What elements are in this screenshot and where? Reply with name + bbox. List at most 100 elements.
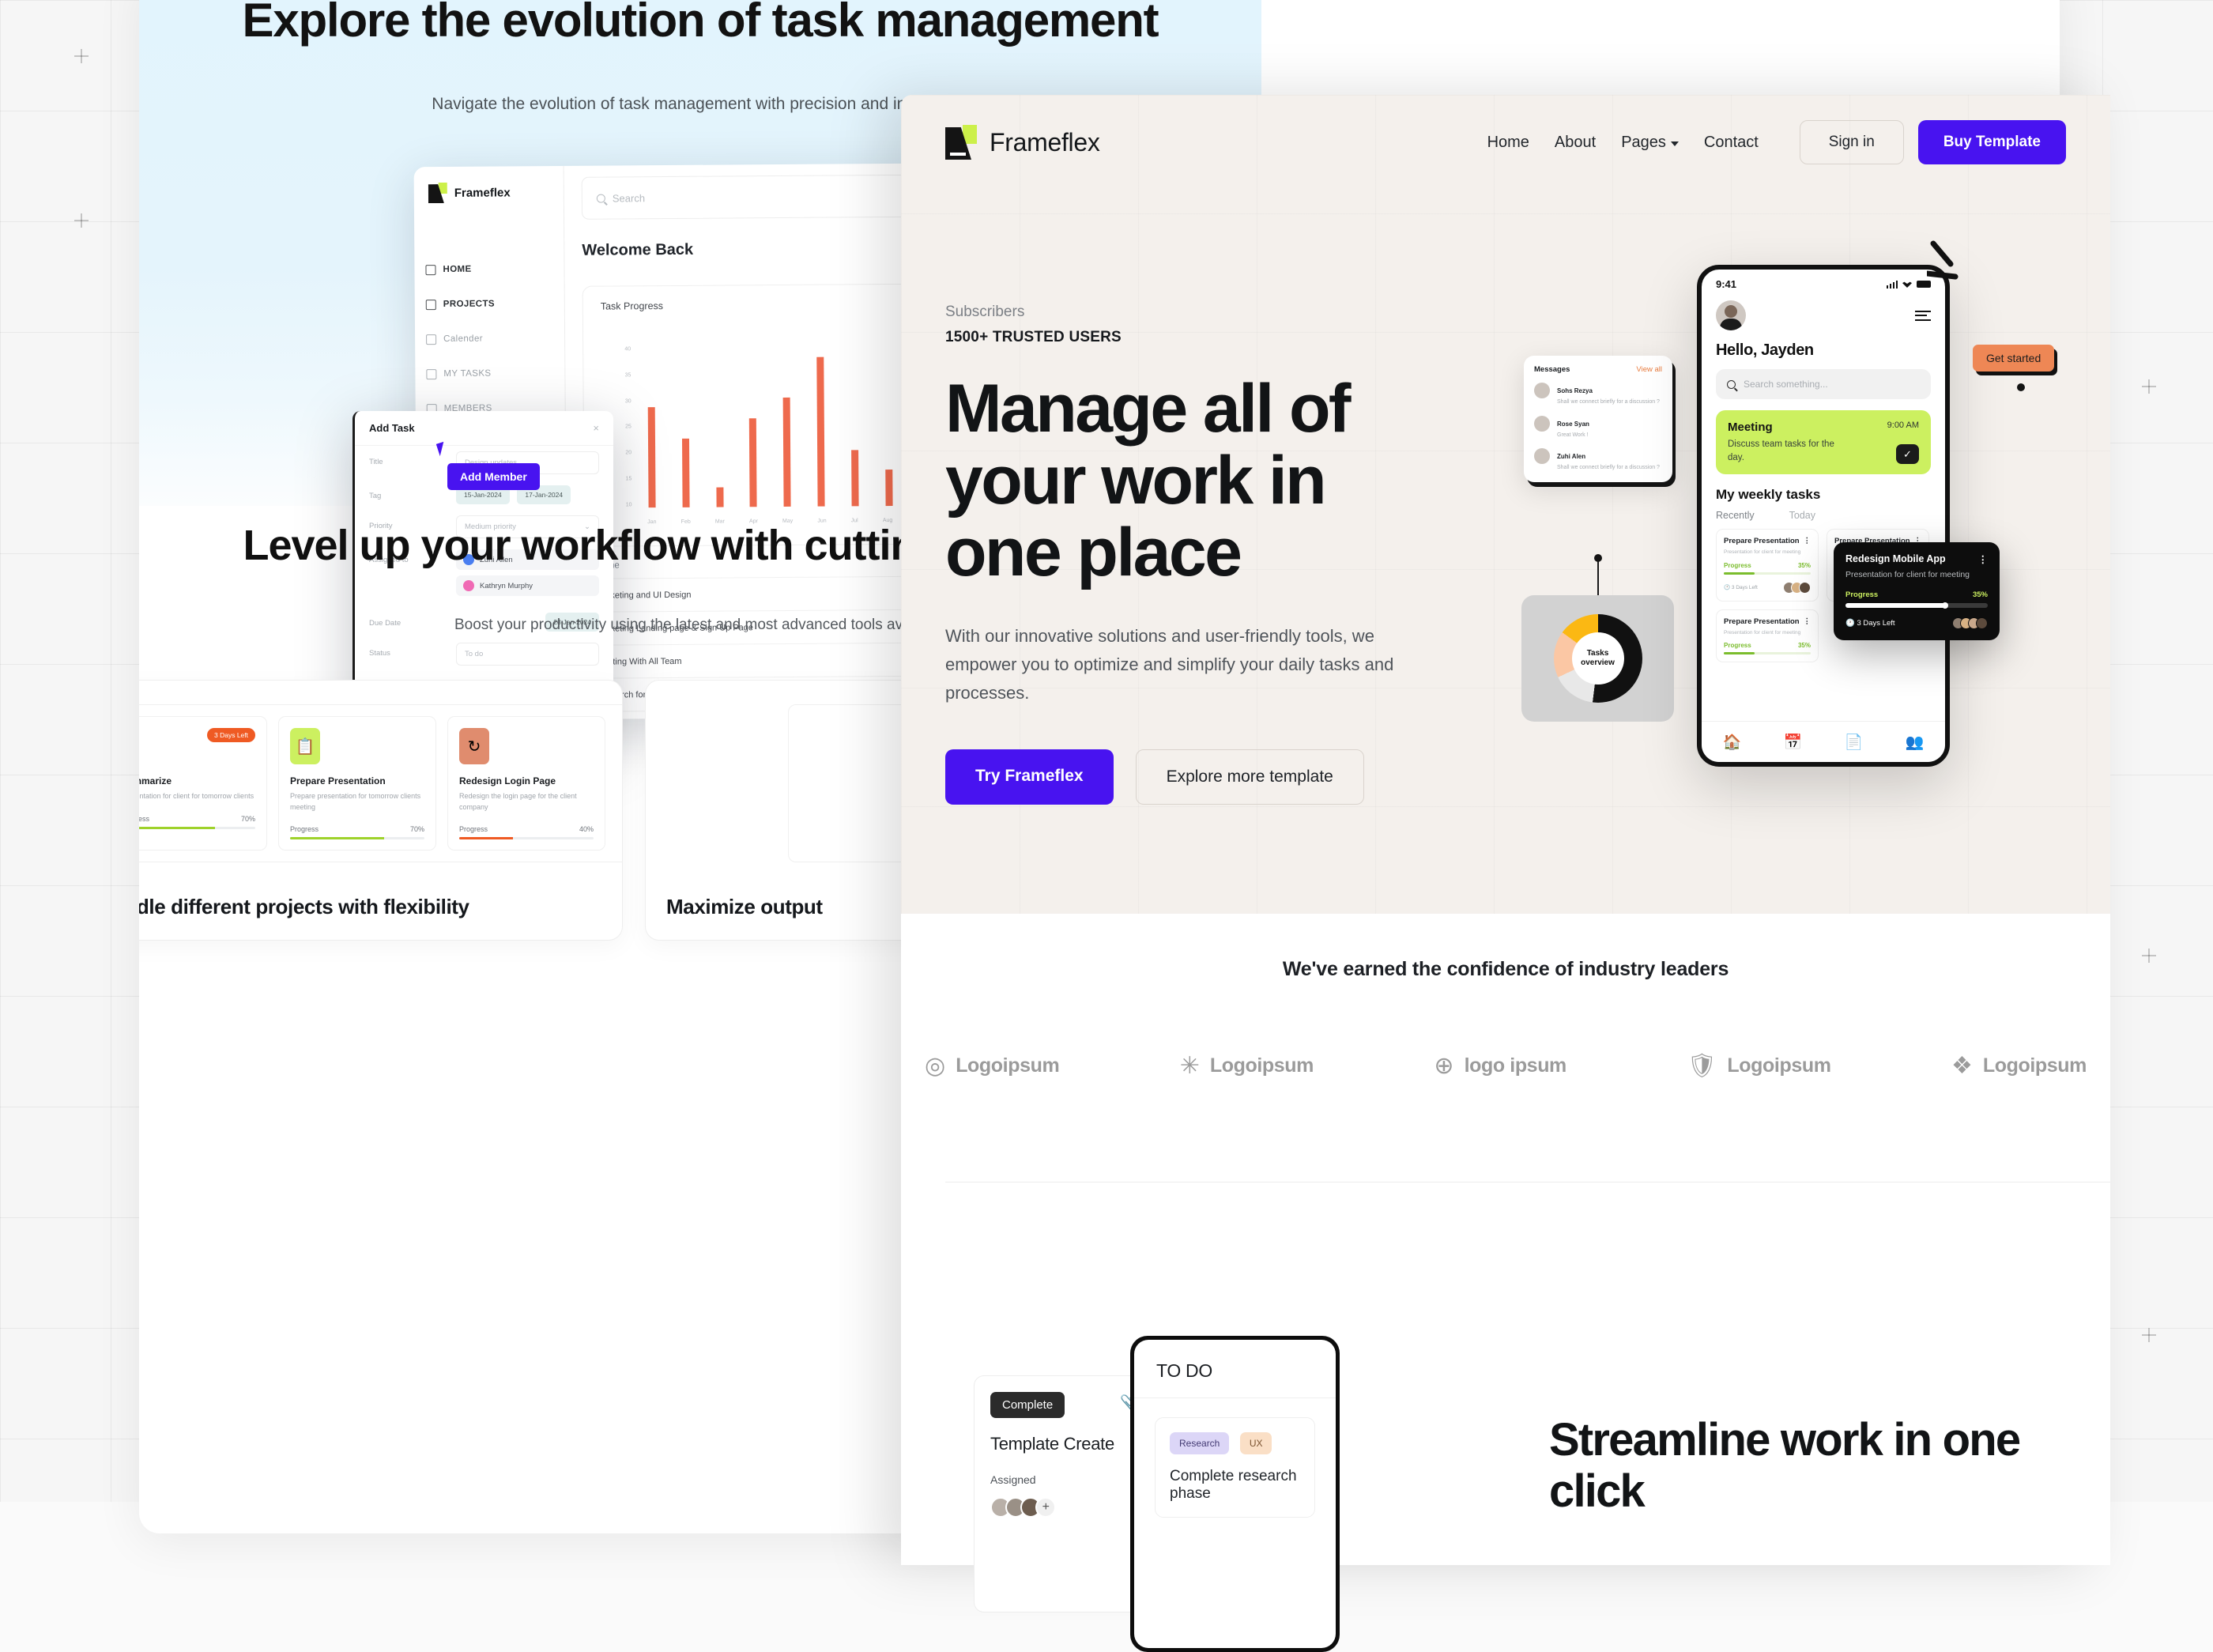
- close-icon[interactable]: ×: [593, 422, 599, 434]
- chart-y-axis: 40353025201510: [613, 346, 631, 507]
- more-options-icon[interactable]: ⋮: [1804, 537, 1811, 545]
- y-tick: 25: [614, 424, 631, 430]
- logo-name: logo ipsum: [1465, 1054, 1566, 1077]
- message-sender: Sohs Rezya: [1557, 387, 1593, 394]
- nav-item-home[interactable]: Home: [1487, 134, 1529, 152]
- hero-cta-group: Try Frameflex Explore more template: [945, 749, 1451, 805]
- logo-mark-icon: ✳: [1180, 1052, 1200, 1080]
- hamburger-menu-icon[interactable]: [1915, 311, 1931, 321]
- chevron-down-icon: [1671, 141, 1679, 146]
- projects-icon: [426, 300, 436, 310]
- logo-name: Logoipsum: [1727, 1054, 1830, 1077]
- get-started-badge[interactable]: Get started: [1973, 345, 2054, 372]
- progress-label: Progress: [1724, 562, 1751, 569]
- tab-recently[interactable]: Recently: [1716, 510, 1755, 521]
- clock-icon: 🕐: [1845, 619, 1855, 628]
- progress-bar: [459, 837, 594, 839]
- feature-card-title: Maximize output: [666, 895, 823, 919]
- partner-logo: 🛡 Logoipsum: [1687, 1052, 1830, 1080]
- list-item[interactable]: Zuhi Alen Shall we connect briefly for a…: [1534, 448, 1662, 473]
- todo-phone-mockup: TO DO Research UX Complete research phas…: [1130, 1336, 1340, 1652]
- wifi-icon: [1902, 281, 1912, 288]
- y-tick: 35: [613, 372, 631, 378]
- logo-mark-icon: ⊕: [1434, 1052, 1453, 1080]
- task-title: Prepare Presentation⋮: [1724, 617, 1811, 626]
- refresh-icon: ↻: [459, 728, 489, 764]
- tab-today[interactable]: Today: [1789, 510, 1815, 521]
- task-desc: Presentation for client for meeting: [1724, 629, 1811, 637]
- nav-item-contact[interactable]: Contact: [1704, 134, 1759, 152]
- avatar: [1534, 383, 1550, 398]
- days-left-badge: 3 Days Left: [207, 728, 255, 742]
- partner-logo: ⊕ logo ipsum: [1434, 1052, 1566, 1080]
- nav-item-pages[interactable]: Pages: [1621, 134, 1679, 152]
- more-options-icon[interactable]: ⋮: [1978, 553, 1989, 565]
- chart-bar: [783, 398, 791, 507]
- sidebar-item-my-tasks[interactable]: MY TASKS: [426, 356, 560, 391]
- calendar-icon[interactable]: 📅: [1784, 733, 1803, 752]
- sidebar-item-projects[interactable]: PROJECTS: [426, 286, 560, 322]
- tag-ux: UX: [1240, 1432, 1272, 1454]
- frameflex-logo-icon: [428, 183, 447, 203]
- dashboard-welcome-title: Welcome Back: [582, 241, 693, 260]
- meeting-card[interactable]: Meeting 9:00 AM Discuss team tasks for t…: [1716, 410, 1931, 474]
- top-navbar: Frameflex Home About Pages Contact Sign …: [901, 95, 2110, 190]
- assignee-avatars: [1787, 582, 1811, 594]
- check-icon[interactable]: ✓: [1896, 444, 1919, 464]
- trusted-heading: We've earned the confidence of industry …: [901, 914, 2110, 981]
- messages-list: Sohs Rezya Shall we connect briefly for …: [1534, 383, 1662, 473]
- list-item[interactable]: Sohs Rezya Shall we connect briefly for …: [1534, 383, 1662, 407]
- partner-logo: ✳ Logoipsum: [1180, 1052, 1314, 1080]
- people-icon[interactable]: 👥: [1906, 733, 1925, 752]
- sign-in-button[interactable]: Sign in: [1800, 120, 1904, 164]
- logo-mark-icon: ❖: [1951, 1052, 1973, 1080]
- feature-card-inner: 3 Days Left Summarize Presentation for c…: [139, 704, 623, 862]
- tasks-overview-card: Tasks overview: [1521, 595, 1674, 722]
- logo-mark-icon: ◎: [925, 1052, 945, 1080]
- task-title: Prepare Presentation⋮: [1724, 537, 1811, 545]
- hero-paragraph: With our innovative solutions and user-f…: [945, 622, 1419, 707]
- feature-card-title: Handle different projects with flexibili…: [139, 895, 469, 919]
- list-item[interactable]: Rose Syan Great Work !: [1534, 416, 1662, 440]
- brand-logo[interactable]: Frameflex: [945, 125, 1100, 160]
- todo-screen: TO DO Research UX Complete research phas…: [1134, 1340, 1336, 1648]
- trusted-users-count: 1500+ TRUSTED USERS: [945, 329, 1451, 346]
- phone-header: [1702, 292, 1945, 330]
- search-icon: [597, 194, 605, 202]
- list-item[interactable]: Prepare Presentation⋮ Presentation for c…: [1716, 529, 1819, 601]
- phone-mockup: 9:41 Hello, Jayden Search something... M…: [1697, 265, 1950, 767]
- home-icon[interactable]: 🏠: [1723, 733, 1742, 752]
- sidebar-item-calender[interactable]: Calender: [426, 321, 560, 356]
- todo-title: TO DO: [1134, 1340, 1336, 1398]
- trusted-section: We've earned the confidence of industry …: [901, 914, 2110, 1096]
- progress-bar: [1724, 572, 1811, 575]
- avatar[interactable]: [1716, 300, 1746, 330]
- explore-more-template-button[interactable]: Explore more template: [1136, 749, 1364, 805]
- buy-template-button[interactable]: Buy Template: [1918, 120, 2066, 164]
- sidebar-item-home[interactable]: HOME: [425, 251, 560, 287]
- nav-actions: Sign in Buy Template: [1800, 120, 2066, 164]
- try-frameflex-button[interactable]: Try Frameflex: [945, 749, 1114, 805]
- status-time: 9:41: [1716, 278, 1736, 290]
- todo-task-card[interactable]: Research UX Complete research phase: [1155, 1417, 1315, 1518]
- logo-name: Logoipsum: [1983, 1054, 2087, 1077]
- mini-task-card: 📋 Prepare Presentation Prepare presentat…: [278, 716, 436, 851]
- task-status-select[interactable]: To do: [456, 643, 599, 666]
- hero-text-block: Subscribers 1500+ TRUSTED USERS Manage a…: [945, 304, 1451, 805]
- nav-item-about[interactable]: About: [1555, 134, 1596, 152]
- avatar: [1534, 416, 1550, 432]
- task-progress-chart-title: Task Progress: [601, 300, 663, 312]
- messages-view-all-link[interactable]: View all: [1636, 365, 1662, 374]
- message-sender: Rose Syan: [1557, 421, 1589, 428]
- more-options-icon[interactable]: ⋮: [1804, 617, 1811, 626]
- nav-links: Home About Pages Contact: [1487, 134, 1759, 152]
- assignee-chip-2[interactable]: Kathryn Murphy: [456, 575, 599, 596]
- redesign-mobile-app-card: Redesign Mobile App ⋮ Presentation for c…: [1834, 542, 2000, 640]
- file-icon[interactable]: 📄: [1845, 733, 1864, 752]
- chart-bar: [816, 357, 824, 507]
- phone-search-input[interactable]: Search something...: [1716, 369, 1931, 399]
- connector-line: [1597, 558, 1599, 596]
- y-tick: 20: [614, 451, 631, 456]
- message-preview: Shall we connect briefly for a discussio…: [1557, 398, 1660, 407]
- list-item[interactable]: Prepare Presentation⋮ Presentation for c…: [1716, 609, 1819, 662]
